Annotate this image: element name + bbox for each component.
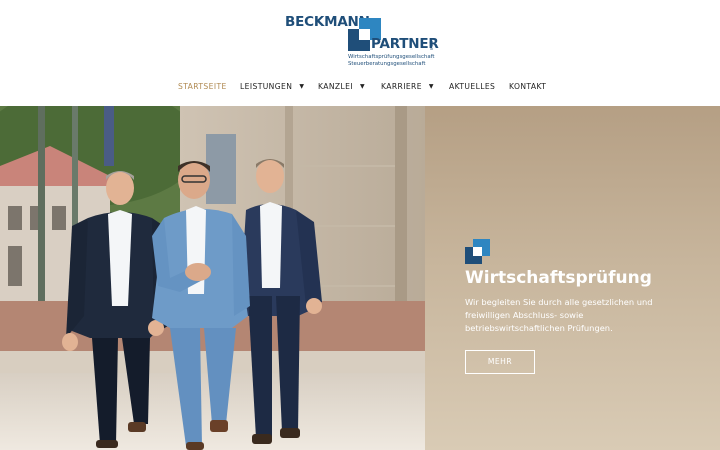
hero-section: Wirtschaftsprüfung Wir begleiten Sie dur… (0, 106, 720, 450)
nav-item-startseite[interactable]: STARTSEITE (178, 80, 227, 94)
nav-label: KANZLEI (318, 82, 353, 91)
nav-item-kanzlei[interactable]: KANZLEI ▼ (318, 80, 365, 94)
team-photo (0, 106, 425, 450)
nav-label: KARRIERE (381, 82, 422, 91)
nav-label: AKTUELLES (449, 82, 496, 91)
logo-subline-2: Steuerberatungsgesellschaft (348, 61, 426, 67)
hero-title: Wirtschaftsprüfung (465, 268, 652, 288)
nav-item-kontakt[interactable]: KONTAKT (509, 80, 546, 94)
logo-mark-icon (465, 239, 490, 264)
logo-subline-1: Wirtschaftsprüfungsgesellschaft (348, 54, 435, 60)
nav-item-aktuelles[interactable]: AKTUELLES (449, 80, 495, 94)
nav-label: STARTSEITE (178, 82, 227, 91)
team-photo-illustration (0, 106, 425, 450)
company-logo[interactable]: BECKMANN PARTNER mbB Wirtschaftsprüfungs… (285, 14, 439, 72)
nav-label: LEISTUNGEN (240, 82, 293, 91)
caret-down-icon: ▼ (299, 83, 305, 90)
hero-description: Wir begleiten Sie durch alle gesetzliche… (465, 297, 653, 333)
nav-label: KONTAKT (509, 82, 547, 91)
main-navigation: STARTSEITE LEISTUNGEN ▼ KANZLEI ▼ KARRIERE… (0, 80, 720, 94)
caret-down-icon: ▼ (360, 83, 366, 90)
nav-item-leistungen[interactable]: LEISTUNGEN ▼ (240, 80, 304, 94)
logo-legal-form: mbB (429, 41, 434, 51)
nav-item-karriere[interactable]: KARRIERE ▼ (381, 80, 434, 94)
more-button[interactable]: MEHR (465, 350, 535, 374)
site-header: BECKMANN PARTNER mbB Wirtschaftsprüfungs… (0, 0, 720, 106)
caret-down-icon: ▼ (428, 83, 434, 90)
logo-subline: Wirtschaftsprüfungsgesellschaft Steuerbe… (348, 54, 435, 68)
hero-panel: Wirtschaftsprüfung Wir begleiten Sie dur… (425, 106, 720, 450)
